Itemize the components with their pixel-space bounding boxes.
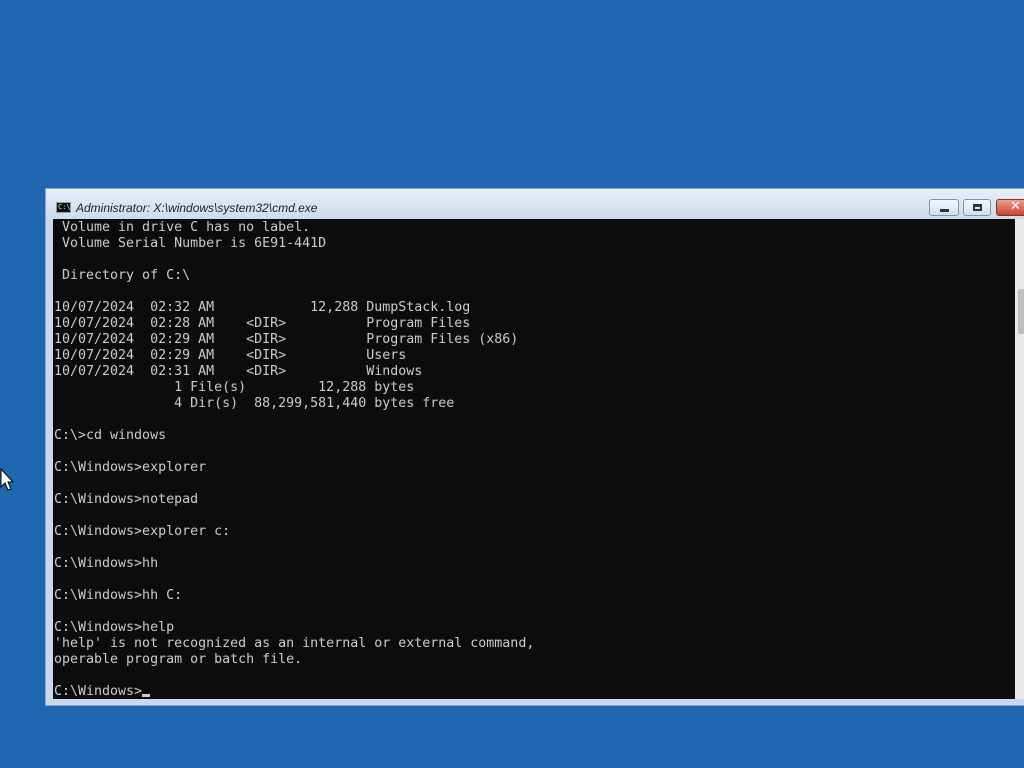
console-line: C:\Windows>hh bbox=[54, 556, 159, 571]
console-icon[interactable]: C:\ bbox=[56, 202, 71, 213]
console-line: Volume Serial Number is 6E91-441D bbox=[62, 236, 327, 251]
minimize-icon bbox=[940, 209, 949, 212]
console-line: C:\Windows>notepad bbox=[54, 492, 199, 507]
cmd-window[interactable]: C:\ Administrator: X:\windows\system32\c… bbox=[45, 188, 1024, 706]
console-line: Directory of C:\ bbox=[62, 268, 191, 283]
console-line: 10/07/2024 02:28 AM <DIR> Program Files bbox=[54, 316, 471, 331]
console-line: 10/07/2024 02:29 AM <DIR> Users bbox=[54, 348, 407, 363]
console-line: 10/07/2024 02:32 AM 12,288 DumpStack.log bbox=[54, 300, 471, 315]
console-line: C:\>cd windows bbox=[54, 428, 167, 443]
close-icon: ✕ bbox=[1010, 199, 1021, 214]
console-line: 10/07/2024 02:31 AM <DIR> Windows bbox=[54, 364, 423, 379]
desktop[interactable]: { "window": { "title": "Administrator: X… bbox=[0, 0, 1024, 768]
console-line: 1 File(s) 12,288 bytes bbox=[174, 380, 415, 395]
console-lines: Volume in drive C has no label. Volume S… bbox=[54, 220, 534, 667]
console-line: C:\Windows>hh C: bbox=[54, 588, 183, 603]
console-line: C:\Windows>explorer c: bbox=[54, 524, 231, 539]
text-cursor bbox=[142, 694, 151, 697]
console-line: operable program or batch file. bbox=[54, 652, 303, 667]
window-title: Administrator: X:\windows\system32\cmd.e… bbox=[76, 201, 318, 215]
scrollbar-thumb[interactable] bbox=[1018, 289, 1024, 334]
maximize-icon bbox=[973, 204, 982, 211]
console-line: C:\Windows>help bbox=[54, 620, 175, 635]
mouse-pointer-icon bbox=[0, 468, 14, 491]
console-area[interactable]: Volume in drive C has no label. Volume S… bbox=[53, 219, 1015, 699]
close-button[interactable]: ✕ bbox=[996, 199, 1024, 216]
console-line: C:\Windows>explorer bbox=[54, 460, 207, 475]
console-line: 'help' is not recognized as an internal … bbox=[54, 636, 535, 651]
title-bar[interactable]: C:\ Administrator: X:\windows\system32\c… bbox=[46, 189, 1024, 219]
console-line: 10/07/2024 02:29 AM <DIR> Program Files … bbox=[54, 332, 519, 347]
maximize-button[interactable] bbox=[963, 199, 991, 216]
console-line: 4 Dir(s) 88,299,581,440 bytes free bbox=[174, 396, 455, 411]
console-output: Volume in drive C has no label. Volume S… bbox=[54, 220, 534, 699]
console-line: Volume in drive C has no label. bbox=[62, 220, 311, 235]
command-prompt: C:\Windows> bbox=[54, 684, 143, 699]
minimize-button[interactable] bbox=[929, 199, 959, 216]
vertical-scrollbar[interactable] bbox=[1015, 219, 1024, 699]
